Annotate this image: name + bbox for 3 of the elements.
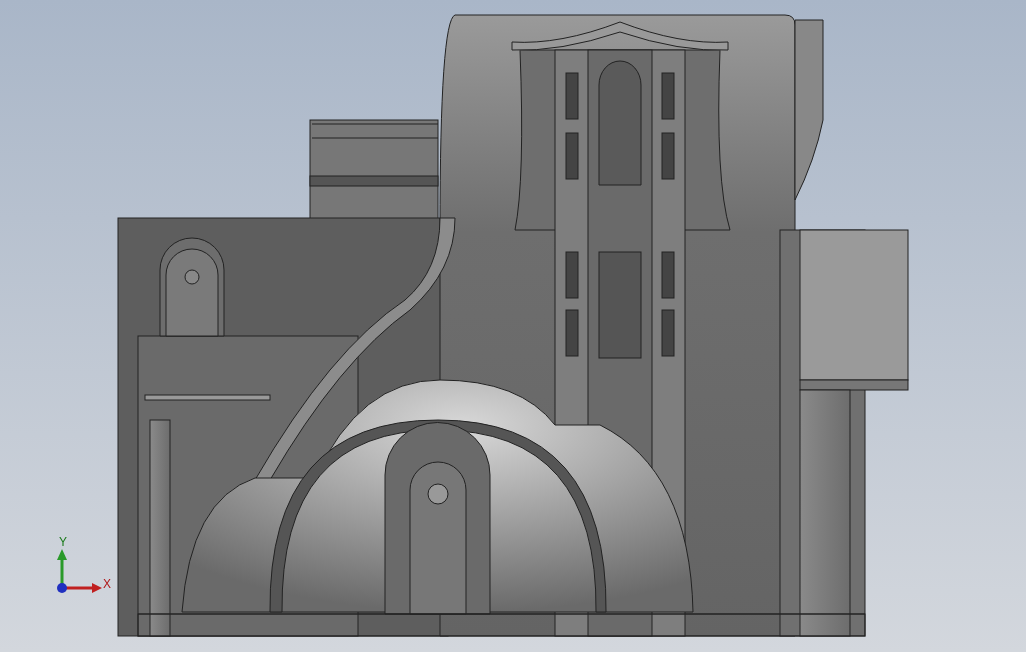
- axis-triad-icon: [57, 549, 102, 593]
- y-axis-label: Y: [59, 535, 67, 549]
- x-axis-label: X: [103, 577, 111, 591]
